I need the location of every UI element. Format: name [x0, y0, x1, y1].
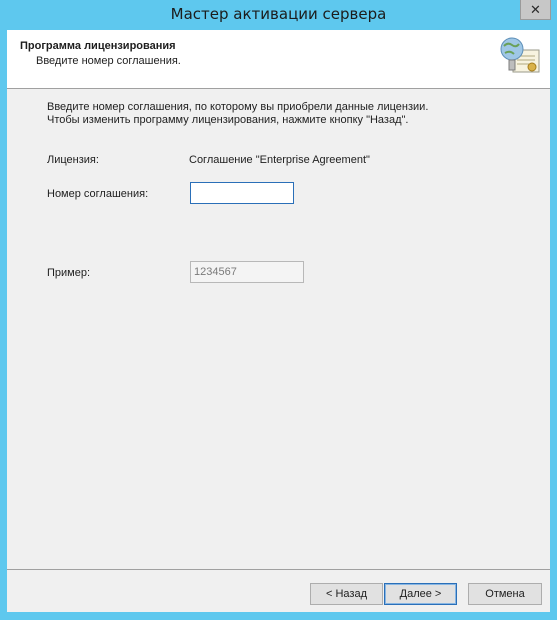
license-value: Соглашение "Enterprise Agreement" [189, 154, 370, 166]
close-icon: ✕ [530, 1, 541, 17]
wizard-client-area: Программа лицензирования Введите номер с… [7, 30, 550, 612]
wizard-header: Программа лицензирования Введите номер с… [7, 30, 550, 89]
cancel-button[interactable]: Отмена [468, 583, 542, 605]
close-button[interactable]: ✕ [520, 0, 551, 20]
certificate-globe-icon [500, 37, 540, 73]
wizard-body: Введите номер соглашения, по которому вы… [7, 89, 550, 569]
wizard-footer: < Назад Далее > Отмена [7, 569, 550, 612]
page-title: Программа лицензирования [20, 40, 176, 52]
example-label: Пример: [47, 267, 91, 279]
agreement-number-input[interactable] [190, 182, 294, 204]
agreement-number-label: Номер соглашения: [47, 188, 149, 200]
back-button[interactable]: < Назад [310, 583, 383, 605]
page-subtitle: Введите номер соглашения. [36, 55, 181, 67]
title-bar[interactable]: Мастер активации сервера ✕ [0, 0, 557, 30]
instruction-line-2: Чтобы изменить программу лицензирования,… [47, 114, 409, 126]
example-value: 1234567 [194, 266, 237, 278]
example-value-box: 1234567 [190, 261, 304, 283]
activation-wizard-window: Мастер активации сервера ✕ Программа лиц… [0, 0, 557, 620]
instruction-line-1: Введите номер соглашения, по которому вы… [47, 101, 429, 113]
license-label: Лицензия: [47, 154, 99, 166]
next-button[interactable]: Далее > [384, 583, 457, 605]
instructions: Введите номер соглашения, по которому вы… [47, 101, 428, 127]
window-title: Мастер активации сервера [170, 5, 387, 23]
